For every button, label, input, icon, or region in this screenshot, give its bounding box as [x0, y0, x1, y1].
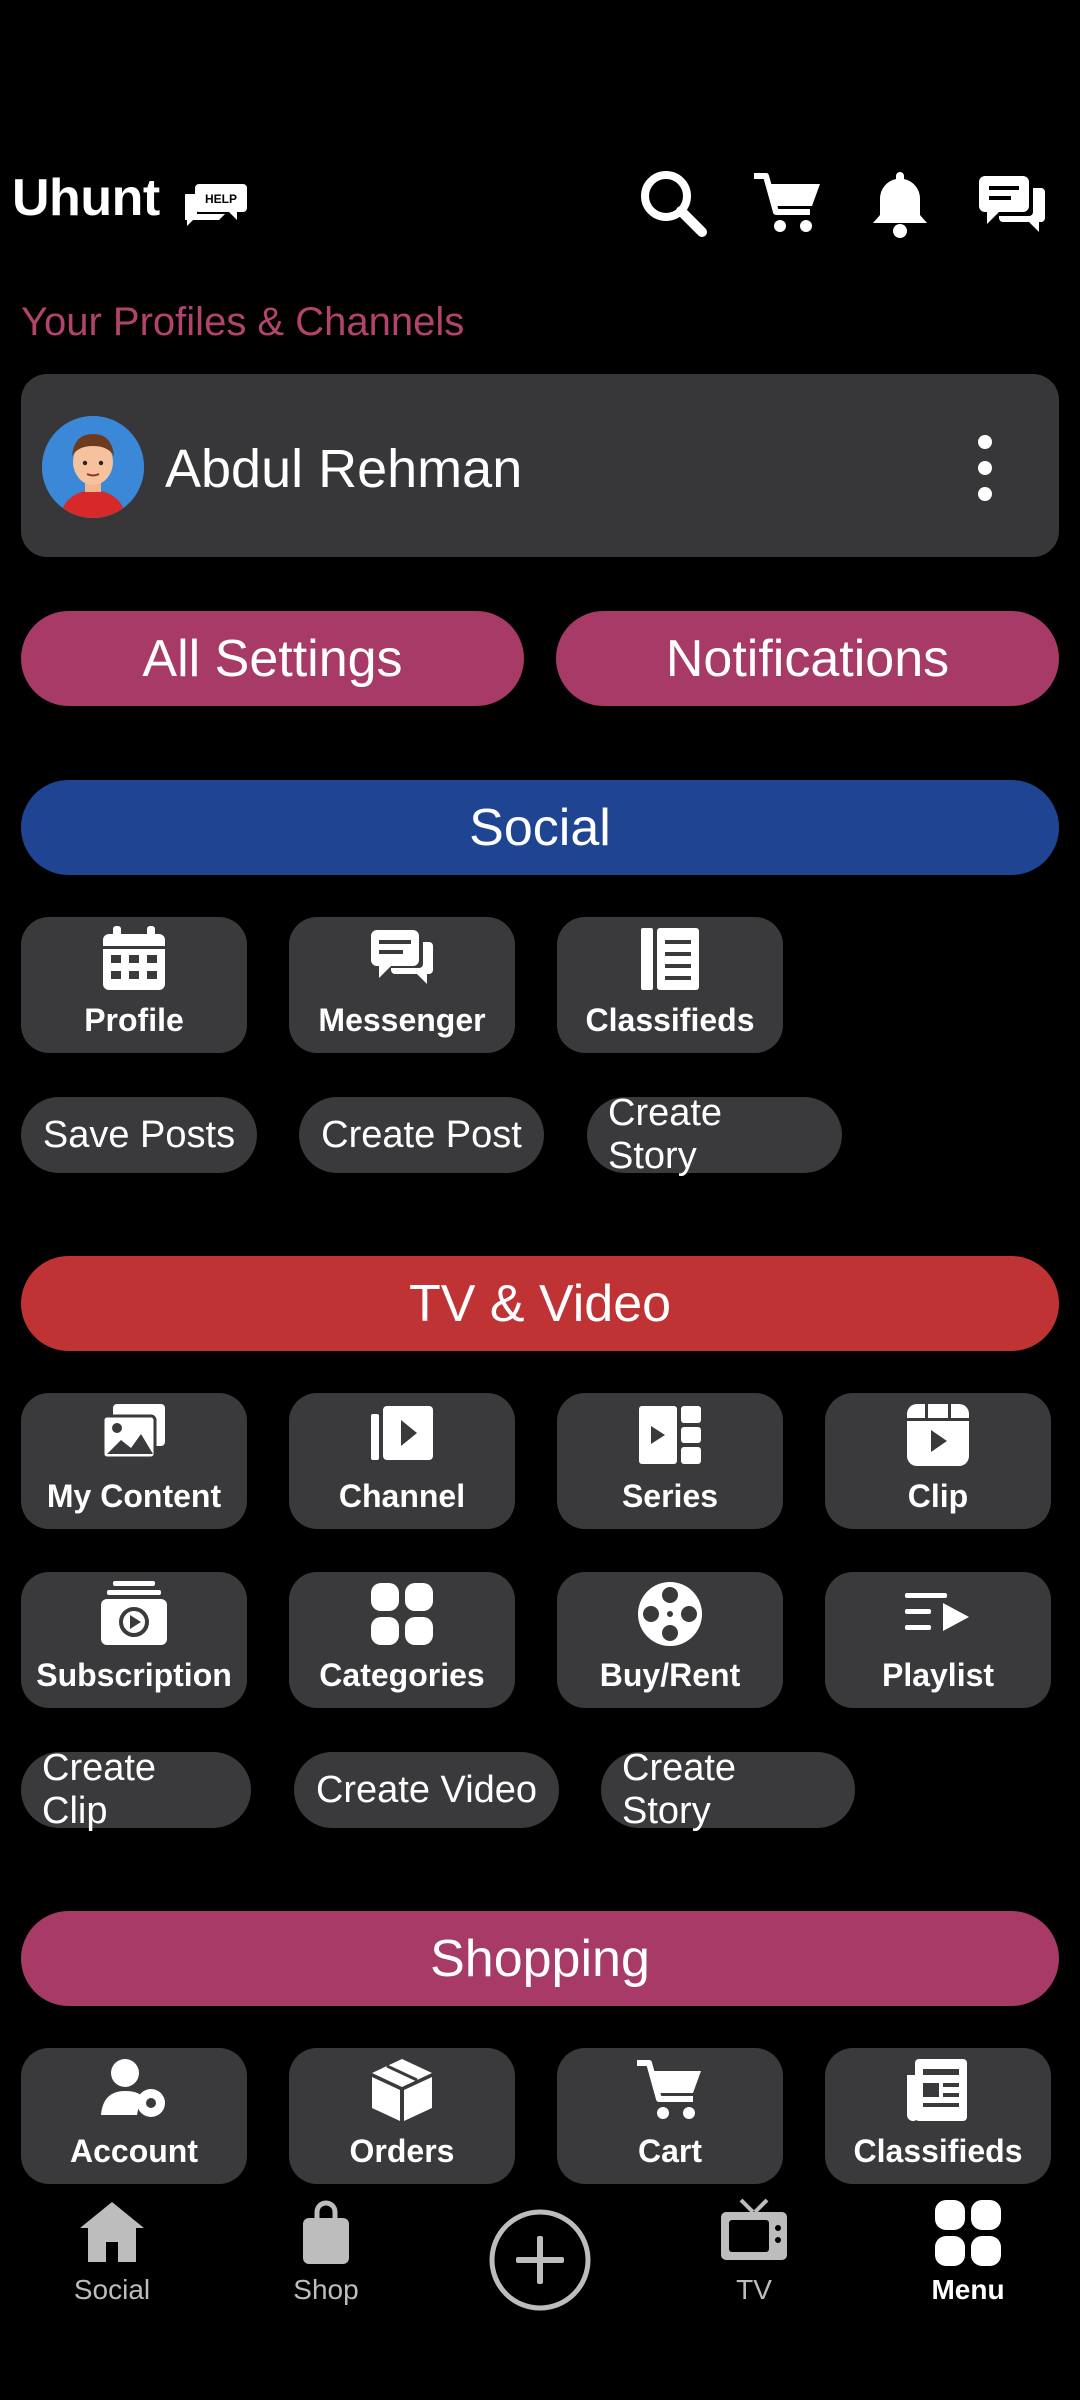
tile-buy-rent[interactable]: Buy/Rent — [557, 1572, 783, 1708]
nav-label: Menu — [931, 2274, 1005, 2305]
tile-label: Categories — [319, 1657, 485, 1693]
tile-label: Playlist — [881, 1657, 995, 1693]
all-settings-button[interactable]: All Settings — [21, 611, 524, 706]
box-icon — [372, 2059, 432, 2121]
profile-name: Abdul Rehman — [165, 439, 523, 499]
bag-icon — [303, 2200, 349, 2264]
subscription-icon — [101, 1581, 167, 1645]
bell-icon[interactable] — [863, 166, 937, 240]
tile-label: My Content — [46, 1478, 222, 1514]
tv-icon — [721, 2198, 787, 2260]
tile-categories[interactable]: Categories — [289, 1572, 515, 1708]
chip-create-clip[interactable]: Create Clip — [21, 1747, 251, 1832]
shopping-section-header[interactable]: Shopping — [21, 1911, 1059, 2006]
nav-label: Social — [73, 2274, 151, 2305]
tile-label: Subscription — [36, 1657, 232, 1693]
chip-create-story-social[interactable]: Create Story — [587, 1092, 842, 1177]
tile-label: Account — [70, 2133, 198, 2169]
playlist-icon — [905, 1593, 969, 1631]
tile-playlist[interactable]: Playlist — [825, 1572, 1051, 1708]
tile-orders[interactable]: Orders — [289, 2048, 515, 2184]
tile-cart[interactable]: Cart — [557, 2048, 783, 2184]
tile-subscription[interactable]: Subscription — [21, 1572, 247, 1708]
tile-label: Messenger — [318, 1002, 486, 1038]
tile-label: Clip — [907, 1478, 969, 1514]
messenger-icon — [371, 930, 433, 984]
avatar-illustration — [42, 416, 144, 518]
tile-label: Classifieds — [853, 2133, 1023, 2169]
film-reel-icon — [638, 1582, 702, 1646]
image-icon — [101, 1404, 165, 1460]
chip-save-posts[interactable]: Save Posts — [21, 1097, 257, 1173]
cart-icon[interactable] — [750, 166, 824, 240]
clip-icon — [907, 1404, 969, 1466]
cart-icon — [637, 2060, 701, 2119]
nav-social[interactable]: Social — [32, 2196, 192, 2306]
social-section-header[interactable]: Social — [21, 780, 1059, 875]
search-icon[interactable] — [636, 166, 710, 240]
tile-label: Orders — [349, 2133, 455, 2169]
tv-video-section-header[interactable]: TV & Video — [21, 1256, 1059, 1351]
tile-label: Profile — [84, 1002, 184, 1038]
nav-shop[interactable]: Shop — [246, 2196, 406, 2306]
avatar[interactable] — [42, 416, 144, 518]
chip-create-post[interactable]: Create Post — [299, 1097, 544, 1173]
notifications-button[interactable]: Notifications — [556, 611, 1059, 706]
channel-icon — [371, 1406, 433, 1460]
help-badge-text: HELP — [205, 192, 237, 206]
nav-tv[interactable]: TV — [674, 2196, 834, 2306]
series-icon — [639, 1406, 701, 1464]
tile-label: Classifieds — [585, 1002, 755, 1038]
tile-series[interactable]: Series — [557, 1393, 783, 1529]
section-label-profiles: Your Profiles & Channels — [21, 300, 465, 344]
tile-messenger[interactable]: Messenger — [289, 917, 515, 1053]
home-icon — [80, 2202, 144, 2262]
app-title: Uhunt — [12, 169, 160, 227]
add-circle-icon — [489, 2209, 591, 2311]
newspaper-icon — [907, 2059, 967, 2121]
nav-add[interactable] — [488, 2208, 592, 2312]
tile-account[interactable]: Account — [21, 2048, 247, 2184]
categories-icon — [371, 1583, 433, 1645]
more-options-icon[interactable] — [963, 428, 1007, 508]
tile-classifieds-social[interactable]: Classifieds — [557, 917, 783, 1053]
chip-create-video[interactable]: Create Video — [294, 1752, 559, 1828]
list-icon — [641, 928, 699, 990]
calendar-icon — [103, 926, 165, 990]
tile-classifieds-shop[interactable]: Classifieds — [825, 2048, 1051, 2184]
nav-label: TV — [736, 2274, 772, 2305]
tile-clip[interactable]: Clip — [825, 1393, 1051, 1529]
tile-label: Buy/Rent — [599, 1657, 741, 1693]
help-icon[interactable]: HELP — [185, 176, 247, 226]
nav-menu[interactable]: Menu — [888, 2196, 1048, 2306]
nav-label: Shop — [293, 2274, 359, 2305]
chat-icon[interactable] — [975, 166, 1049, 240]
tile-profile[interactable]: Profile — [21, 917, 247, 1053]
grid-icon — [935, 2200, 1001, 2266]
chip-create-story-tv[interactable]: Create Story — [601, 1747, 855, 1832]
tile-my-content[interactable]: My Content — [21, 1393, 247, 1529]
tile-label: Series — [621, 1478, 719, 1514]
account-settings-icon — [101, 2059, 165, 2117]
tile-label: Channel — [338, 1478, 466, 1514]
tile-channel[interactable]: Channel — [289, 1393, 515, 1529]
tile-label: Cart — [637, 2133, 702, 2169]
